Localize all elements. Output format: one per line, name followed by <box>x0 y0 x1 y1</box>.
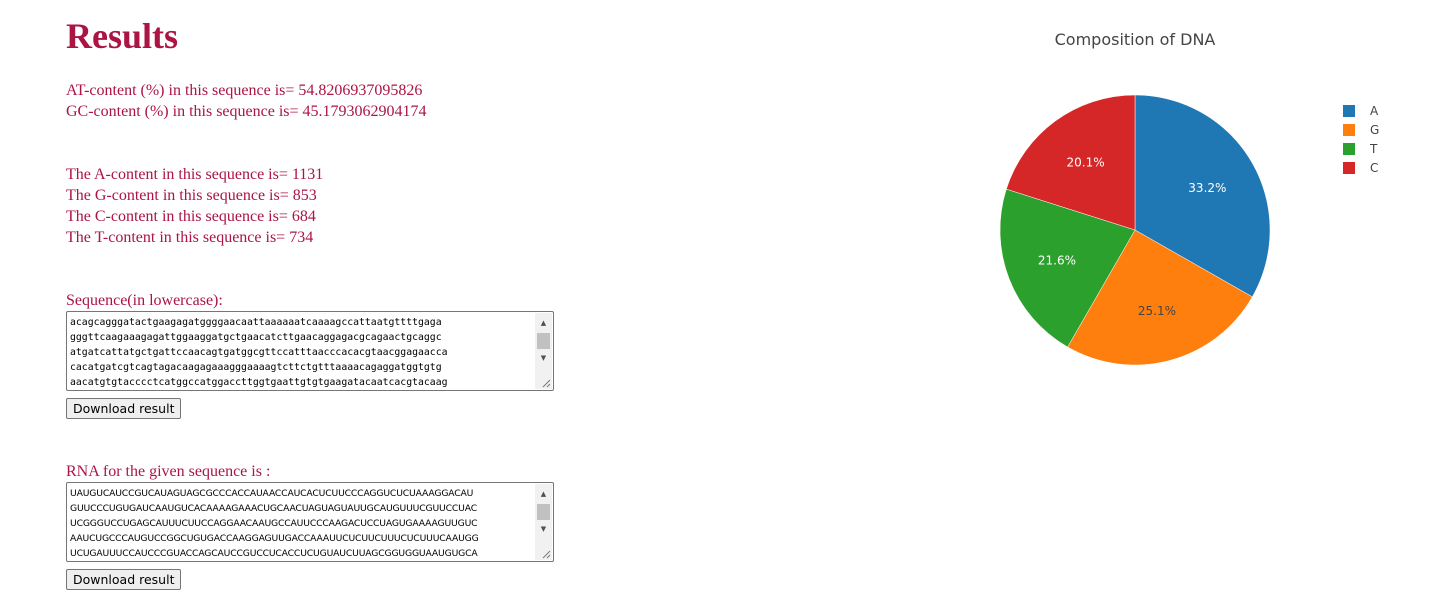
scroll-up-arrow-icon[interactable]: ▲ <box>535 316 552 330</box>
scroll-thumb[interactable] <box>537 504 550 520</box>
gc-content-text: GC-content (%) in this sequence is= 45.1… <box>66 103 427 120</box>
legend-swatch <box>1343 105 1355 117</box>
c-content-text: The C-content in this sequence is= 684 <box>66 208 316 225</box>
page-title: Results <box>66 16 179 56</box>
at-content-text: AT-content (%) in this sequence is= 54.8… <box>66 82 423 99</box>
chart-title: Composition of DNA <box>1054 30 1216 49</box>
pie-label-t: 21.6% <box>1038 253 1076 267</box>
legend-swatch <box>1343 162 1355 174</box>
sequence-textarea[interactable]: acagcagggatactgaagagatggggaacaattaaaaaat… <box>66 311 554 391</box>
download-sequence-button[interactable]: Download result <box>66 398 182 419</box>
legend-swatch <box>1343 124 1355 136</box>
resize-grip-icon[interactable] <box>541 378 551 388</box>
sequence-label: Sequence(in lowercase): <box>66 292 223 309</box>
pie-label-c: 20.1% <box>1067 155 1105 169</box>
rna-label: RNA for the given sequence is : <box>66 463 271 480</box>
legend-swatch <box>1343 143 1355 155</box>
pie-label-a: 33.2% <box>1188 181 1226 195</box>
rna-textarea[interactable]: UAUGUCAUCCGUCAUAGUAGCGCCCACCAUAACCAUCACU… <box>66 482 554 562</box>
sequence-text: acagcagggatactgaagagatggggaacaattaaaaaat… <box>70 317 448 388</box>
g-content-text: The G-content in this sequence is= 853 <box>66 187 317 204</box>
legend-label: T <box>1370 142 1378 156</box>
legend-label: A <box>1370 104 1379 118</box>
scroll-up-arrow-icon[interactable]: ▲ <box>535 487 552 501</box>
a-content-text: The A-content in this sequence is= 1131 <box>66 166 324 183</box>
content-counts: The A-content in this sequence is= 1131 … <box>66 164 323 248</box>
pie-label-g: 25.1% <box>1138 304 1176 318</box>
download-rna-button[interactable]: Download result <box>66 569 182 590</box>
t-content-text: The T-content in this sequence is= 734 <box>66 229 314 246</box>
content-percentages: AT-content (%) in this sequence is= 54.8… <box>66 80 427 122</box>
legend-label: G <box>1370 123 1380 137</box>
pie-chart: 33.2% 25.1% 21.6% 20.1% <box>999 94 1271 366</box>
resize-grip-icon[interactable] <box>541 549 551 559</box>
rna-text: UAUGUCAUCCGUCAUAGUAGCGCCCACCAUAACCAUCACU… <box>70 488 479 559</box>
scroll-thumb[interactable] <box>537 333 550 349</box>
scroll-down-arrow-icon[interactable]: ▼ <box>535 522 552 536</box>
scroll-down-arrow-icon[interactable]: ▼ <box>535 351 552 365</box>
legend-label: C <box>1370 161 1379 175</box>
